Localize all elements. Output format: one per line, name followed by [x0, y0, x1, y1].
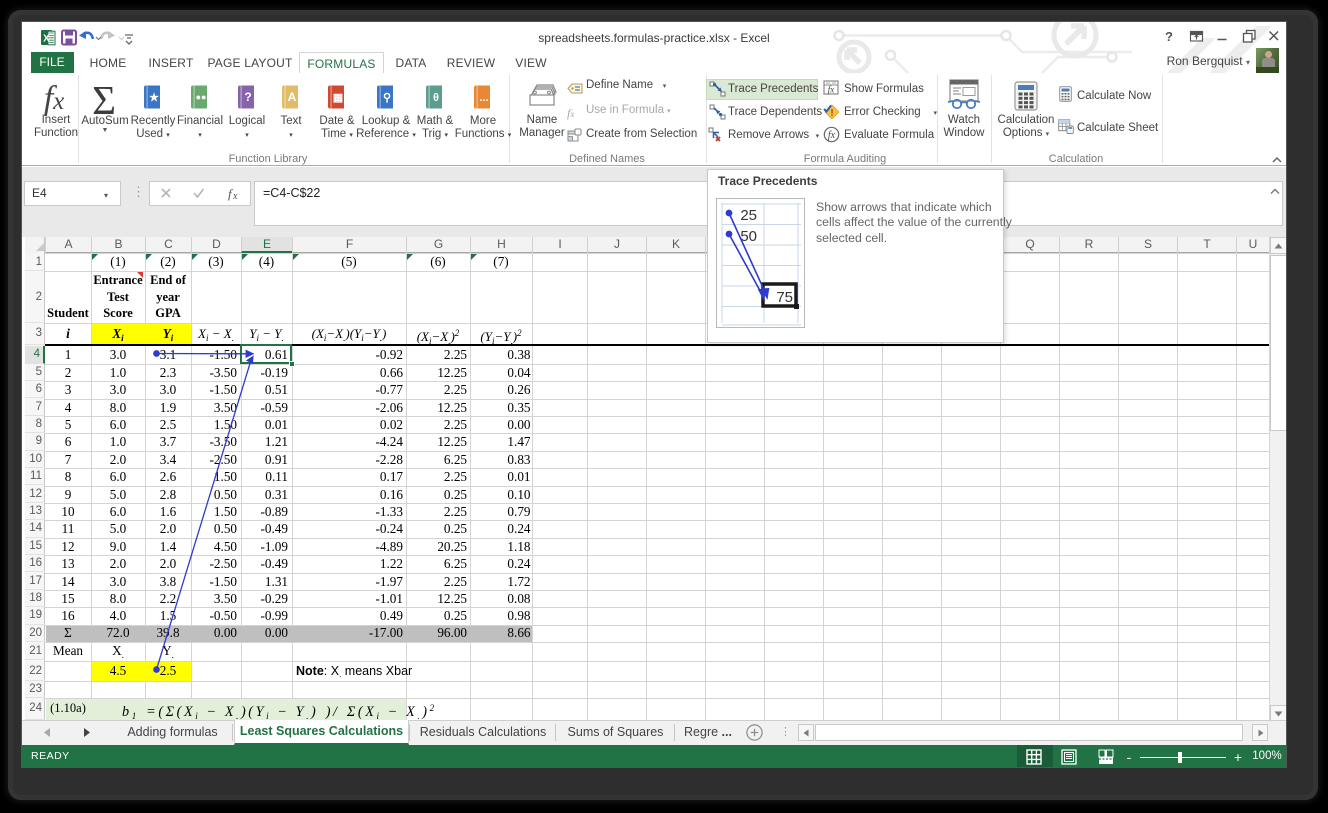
svg-text:75: 75	[776, 289, 793, 306]
svg-text:25: 25	[740, 207, 757, 224]
